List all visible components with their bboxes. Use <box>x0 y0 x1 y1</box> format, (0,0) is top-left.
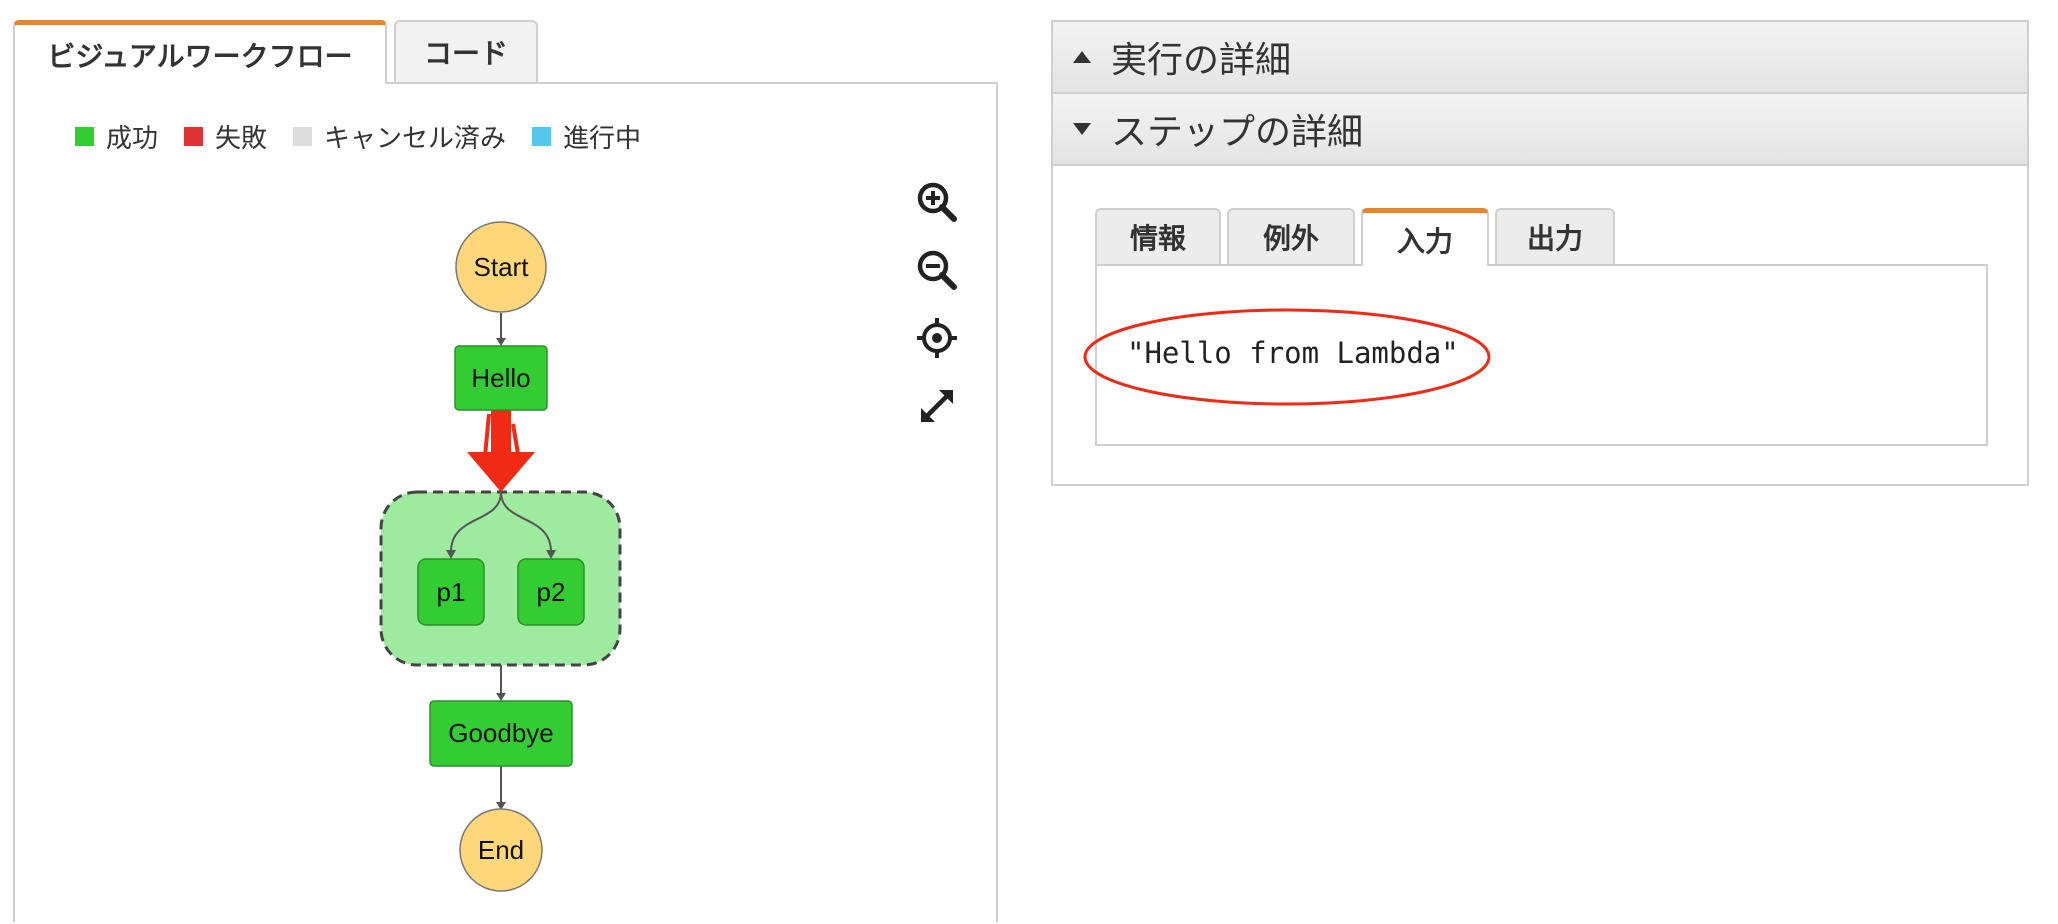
visual-workflow-panel: ビジュアルワークフロー コード 成功 失敗 キャンセル済み 進行中 Start … <box>13 20 998 922</box>
arrowhead-icon <box>496 338 506 346</box>
step-details-header[interactable]: ステップの詳細 <box>1053 94 2027 166</box>
tab-code[interactable]: コード <box>394 20 538 82</box>
tab-exception[interactable]: 例外 <box>1227 208 1355 264</box>
execution-details-title: 実行の詳細 <box>1111 40 1292 81</box>
step-input-value: "Hello from Lambda" <box>1127 336 1459 370</box>
hello-state-label: Hello <box>471 363 530 393</box>
goodbye-state-label: Goodbye <box>448 718 554 748</box>
tab-visual-workflow[interactable]: ビジュアルワークフロー <box>13 20 387 84</box>
execution-details-header[interactable]: 実行の詳細 <box>1053 22 2027 94</box>
step-input-content: "Hello from Lambda" <box>1083 264 1988 446</box>
step-details-title: ステップの詳細 <box>1111 112 1364 153</box>
p2-state-label: p2 <box>537 577 566 607</box>
p1-state-label: p1 <box>437 577 466 607</box>
end-node-label: End <box>478 835 524 865</box>
caret-up-icon <box>1053 51 1111 63</box>
details-panel: 実行の詳細 ステップの詳細 情報 例外 入力 出力 "Hello from La… <box>1051 20 2029 486</box>
arrowhead-icon <box>496 693 506 701</box>
workflow-graph: Start Hello p1 p2 Goodbye End <box>379 221 622 892</box>
workflow-canvas[interactable]: 成功 失敗 キャンセル済み 進行中 Start Hello p1 p2 Good… <box>13 82 998 922</box>
tab-info[interactable]: 情報 <box>1095 208 1221 264</box>
red-annotation-arrow <box>467 406 535 492</box>
tab-input[interactable]: 入力 <box>1361 208 1489 266</box>
tab-output[interactable]: 出力 <box>1495 208 1615 264</box>
caret-down-icon <box>1053 123 1111 135</box>
start-node-label: Start <box>474 252 530 282</box>
